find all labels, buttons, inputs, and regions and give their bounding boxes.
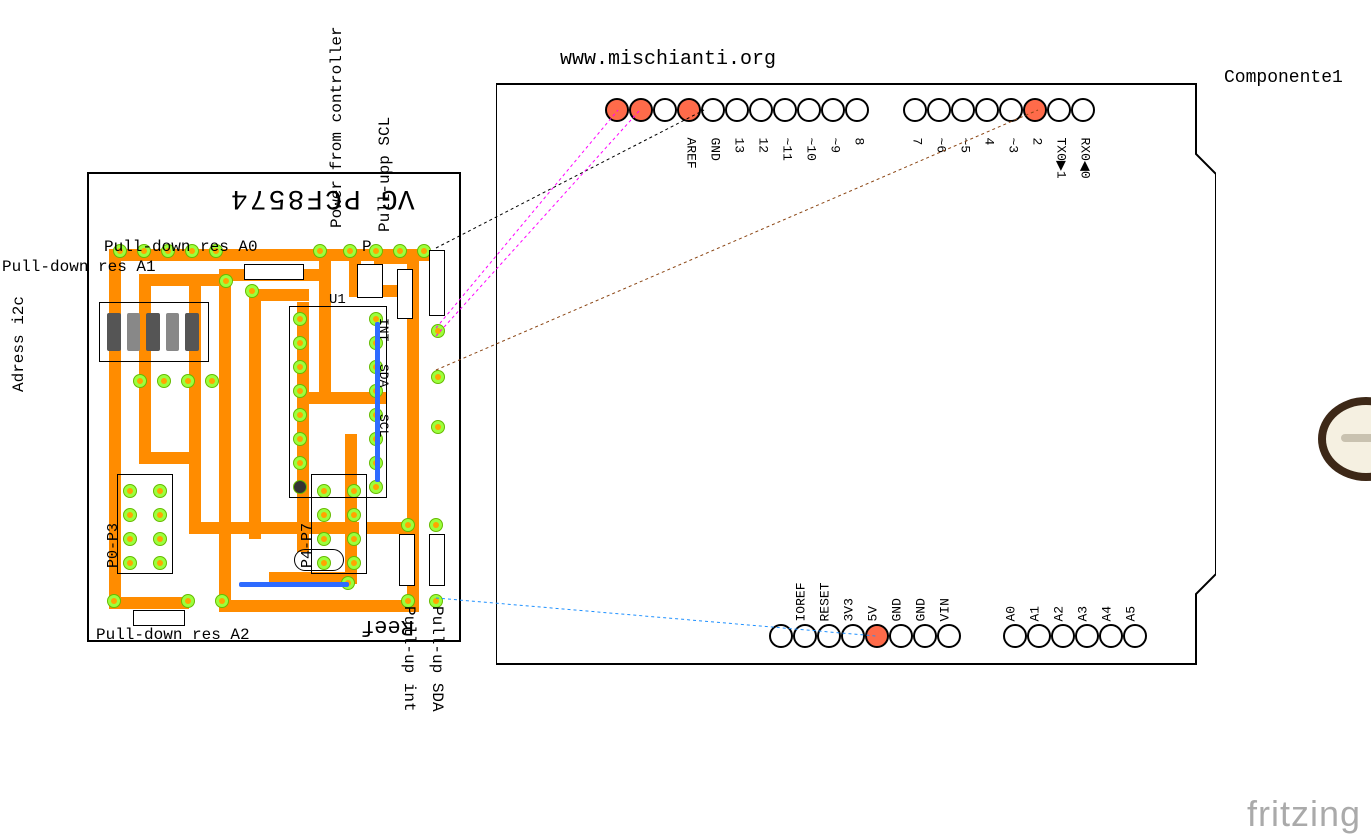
address-i2c-label: Adress i2c <box>10 296 28 392</box>
resistor-7 <box>133 610 185 626</box>
arduino-pin-4: 4 <box>975 98 999 122</box>
arduino-top-row-left: AREF GND 13 12 ~11 ~10 ~9 8 <box>606 98 868 122</box>
arduino-pin-13: 13 <box>725 98 749 122</box>
resistor-2 <box>357 264 383 298</box>
arduino-pin-7: 7 <box>903 98 927 122</box>
resistor-6 <box>429 534 445 586</box>
p0-p3-label: P0-P3 <box>105 523 122 568</box>
resistor-1 <box>244 264 304 280</box>
pull-upp-scl-p: P <box>362 238 372 256</box>
arduino-pin-rx0: RX0◀0 <box>1071 98 1095 122</box>
arduino-outline-svg <box>496 64 1216 684</box>
arduino-pin-a0: A0 <box>1003 624 1027 648</box>
arduino-pin-a3: A3 <box>1075 624 1099 648</box>
jumper-1 <box>239 582 349 587</box>
sda-label: SDA <box>376 364 391 387</box>
arduino-pin-5: ~5 <box>951 98 975 122</box>
p4-p7-label: P4-P7 <box>299 523 316 568</box>
pull-down-a2-label: Pull-down res A2 <box>96 626 250 644</box>
arduino-pin-tx0: TX0▶1 <box>1047 98 1071 122</box>
p0-p3-header <box>117 474 173 574</box>
arduino-pin-6: ~6 <box>927 98 951 122</box>
arduino-pin-vin: VIN <box>937 624 961 648</box>
resistor-3 <box>397 269 413 319</box>
diagram-canvas: www.mischianti.org Componente1 AREF GND … <box>0 0 1371 840</box>
pull-down-a1-label: Pull-down res A1 <box>2 258 156 276</box>
resistor-4 <box>429 250 445 316</box>
scl-label: SCL <box>376 414 391 437</box>
component-ref-label: Componente1 <box>1224 68 1343 88</box>
pull-up-scl-label: Pull-upp SCL <box>376 117 394 232</box>
arduino-top-row-right: 7 ~6 ~5 4 ~3 2 TX0▶1 RX0◀0 <box>904 98 1094 122</box>
arduino-pin-3v3: 3V3 <box>841 624 865 648</box>
arduino-pin-12: 12 <box>749 98 773 122</box>
arduino-pin-9: ~9 <box>821 98 845 122</box>
arduino-shield: AREF GND 13 12 ~11 ~10 ~9 8 7 ~6 ~5 4 ~3… <box>496 64 1216 684</box>
int-label: INT <box>376 318 391 341</box>
jumper-2 <box>375 322 380 482</box>
pull-up-sda-label: Pull-up SDA <box>428 606 446 712</box>
arduino-bottom-row-analog: A0 A1 A2 A3 A4 A5 <box>1004 624 1146 648</box>
arduino-pin-reset: RESET <box>817 624 841 648</box>
arduino-pin-a1: A1 <box>1027 624 1051 648</box>
arduino-pin-8: 8 <box>845 98 869 122</box>
resistor-5 <box>399 534 415 586</box>
arduino-pin-a5: A5 <box>1123 624 1147 648</box>
arduino-pin-10: ~10 <box>797 98 821 122</box>
arduino-pin-sda <box>629 98 653 122</box>
arduino-pin-ioref: IOREF <box>793 624 817 648</box>
power-from-controller-label: Power from controller <box>328 26 346 228</box>
arduino-pin-11: ~11 <box>773 98 797 122</box>
arduino-pin-scl <box>605 98 629 122</box>
arduino-bottom-row-power: IOREF RESET 3V3 5V GND GND VIN <box>770 624 960 648</box>
ic-chip-outline <box>289 306 387 498</box>
arduino-pin-5v: 5V <box>865 624 889 648</box>
arduino-pin-gnd-top: GND <box>701 98 725 122</box>
arduino-pin-nc <box>653 98 677 122</box>
fritzing-watermark: fritzing <box>1247 793 1361 835</box>
pull-down-a0-label: Pull-down res A0 <box>104 238 258 256</box>
arduino-pin-2: 2 <box>1023 98 1047 122</box>
arduino-pin-a2: A2 <box>1051 624 1075 648</box>
arduino-pin-a4: A4 <box>1099 624 1123 648</box>
arduino-pin-aref: AREF <box>677 98 701 122</box>
arduino-pin-3: ~3 <box>999 98 1023 122</box>
arduino-pin-gnd2: GND <box>913 624 937 648</box>
bee-logo-icon <box>1306 354 1371 574</box>
pull-up-int-label: Pull-up int <box>400 606 418 712</box>
u1-label: U1 <box>329 292 346 308</box>
arduino-pin-nc2 <box>769 624 793 648</box>
arduino-pin-gnd1: GND <box>889 624 913 648</box>
